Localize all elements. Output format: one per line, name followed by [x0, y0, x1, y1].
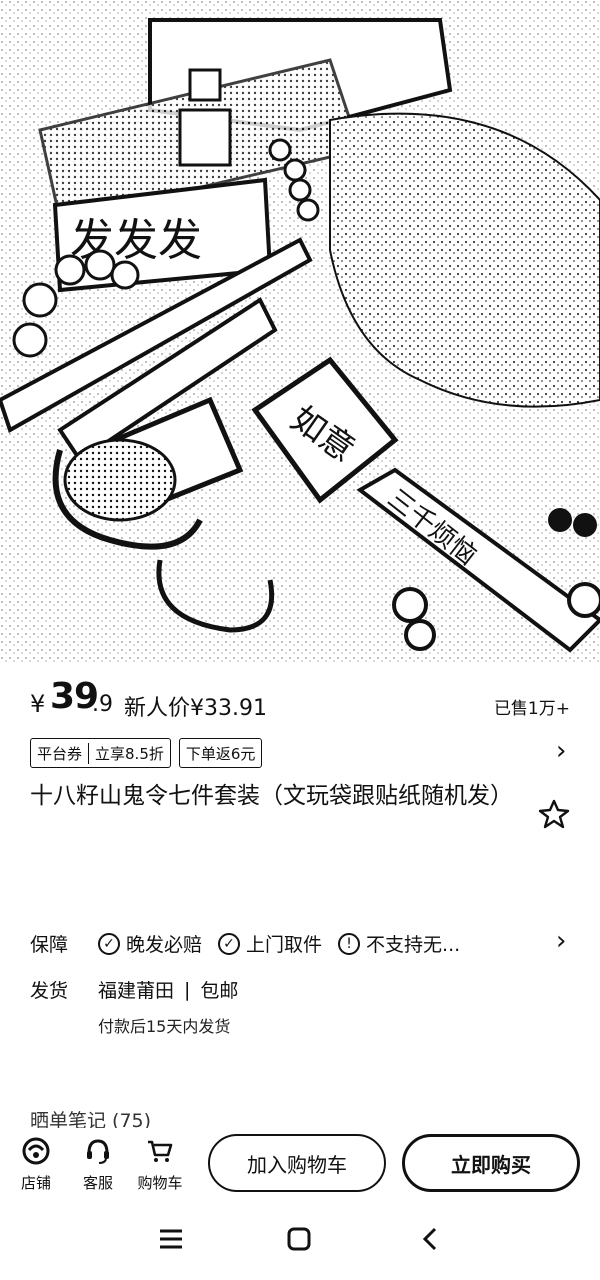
shop-label: 店铺 — [20, 1174, 51, 1192]
shop-button[interactable]: 店铺 — [8, 1136, 64, 1193]
shipping-free: 包邮 — [200, 980, 239, 1002]
home-icon[interactable] — [286, 1226, 312, 1252]
guarantee-chevron-icon[interactable]: › — [556, 926, 566, 956]
coupon-chevron-icon[interactable]: › — [556, 736, 566, 766]
bottom-action-bar: 店铺 客服 购物车 加入购物车 立即购买 — [0, 1128, 600, 1206]
price-currency: ¥ — [30, 690, 46, 718]
check-circle-icon: ✓ — [218, 932, 241, 955]
shipping-origin: 福建莆田 — [98, 980, 175, 1002]
coupon-row[interactable]: 平台券 立享8.5折 下单返6元 — [30, 738, 263, 768]
system-nav-bar — [0, 1206, 600, 1280]
shipping-separator: | — [184, 978, 191, 1001]
product-title: 十八籽山鬼令七件套装（文玩袋跟贴纸随机发） — [30, 783, 513, 809]
price-integer: 39 — [50, 676, 99, 717]
guarantee-item: 上门取件 — [246, 934, 323, 956]
product-photo: 发发发 福 如意 三千烦恼 — [0, 0, 600, 665]
add-to-cart-button[interactable]: 加入购物车 — [208, 1134, 386, 1192]
platform-coupon[interactable]: 平台券 立享8.5折 — [30, 738, 171, 768]
guarantee-item: 晚发必赔 — [126, 934, 203, 956]
headset-icon — [87, 1139, 109, 1164]
guarantee-label: 保障 — [30, 934, 69, 956]
buy-now-button[interactable]: 立即购买 — [402, 1134, 580, 1192]
sold-count: 已售1万+ — [493, 699, 570, 719]
cart-label: 购物车 — [137, 1174, 183, 1192]
shipping-note: 付款后15天内发货 — [98, 1017, 231, 1036]
warning-circle-icon: ! — [338, 932, 361, 955]
service-label: 客服 — [82, 1174, 113, 1192]
check-circle-icon: ✓ — [98, 932, 120, 955]
back-icon[interactable] — [418, 1226, 444, 1252]
guarantee-item: 不支持无... — [366, 934, 461, 956]
product-image[interactable]: 发发发 福 如意 三千烦恼 — [0, 0, 600, 665]
coupon-cashback: 下单返6元 — [185, 744, 256, 763]
favorite-star-icon[interactable] — [538, 798, 570, 830]
shop-icon — [22, 1137, 50, 1165]
price-decimal: .9 — [92, 692, 113, 717]
menu-icon[interactable] — [158, 1226, 184, 1252]
cashback-coupon[interactable]: 下单返6元 — [178, 738, 263, 768]
coupon-discount: 立享8.5折 — [88, 742, 164, 764]
service-button[interactable]: 客服 — [70, 1136, 126, 1193]
price-row: ¥ 39 .9 新人价¥33.91 已售1万+ — [0, 668, 600, 738]
guarantee-list[interactable]: ✓ 晚发必赔 ✓ 上门取件 ! 不支持无... — [98, 930, 460, 957]
cart-icon — [148, 1140, 173, 1162]
newcomer-price: 新人价¥33.91 — [124, 696, 267, 721]
shipping-info: 福建莆田 | 包邮 — [98, 976, 238, 1003]
cart-button[interactable]: 购物车 — [132, 1136, 188, 1193]
coupon-label: 平台券 — [37, 744, 83, 763]
shipping-label: 发货 — [30, 980, 69, 1002]
